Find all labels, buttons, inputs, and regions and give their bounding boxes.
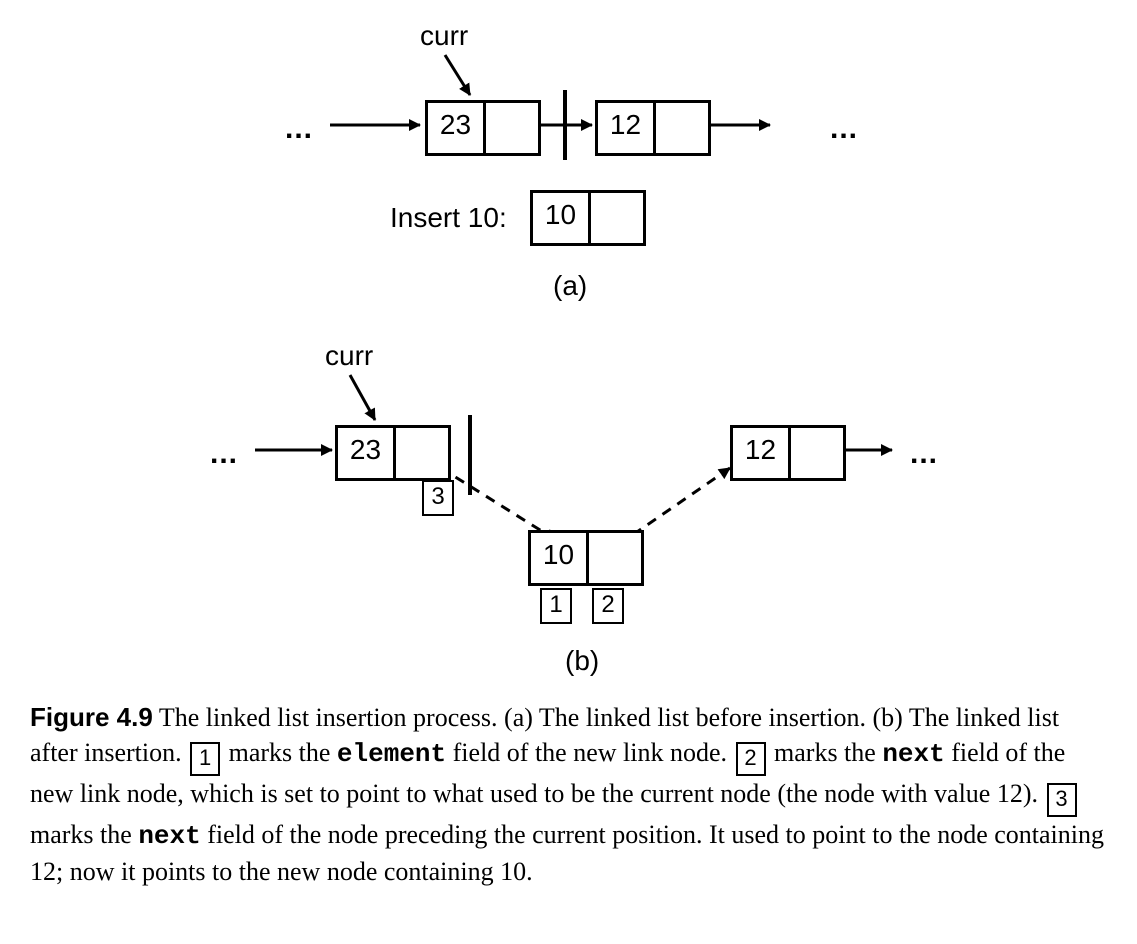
caption-step-1-field: element [337, 739, 446, 769]
node-23-b: 23 [335, 425, 451, 481]
diagram-a-svg [30, 20, 1107, 310]
node-12-b: 12 [730, 425, 846, 481]
insert-label: Insert 10: [390, 202, 507, 234]
caption-step-3a: marks the [30, 820, 132, 849]
curr-label-a: curr [420, 20, 468, 52]
step-marker-2: 2 [592, 588, 624, 624]
part-b-label: (b) [565, 645, 599, 677]
ellipsis-right-b: ... [910, 437, 938, 471]
caption-step-3-box: 3 [1047, 783, 1077, 817]
ellipsis-left-b: ... [210, 437, 238, 471]
ellipsis-left-a: ... [285, 112, 313, 146]
curr-label-b: curr [325, 340, 373, 372]
caption-step-2a: marks the [774, 738, 876, 767]
caption-step-1b: field of the new link node. [453, 738, 727, 767]
ellipsis-right-a: ... [830, 112, 858, 146]
figure-number: Figure 4.9 [30, 702, 153, 732]
node-23-a: 23 [425, 100, 541, 156]
part-a-label: (a) [553, 270, 587, 302]
caption-step-3-field: next [138, 821, 200, 851]
caption-step-2-box: 2 [736, 742, 766, 776]
step-marker-3: 3 [422, 480, 454, 516]
node-10-a: 10 [530, 190, 646, 246]
figure-summary: The linked list insertion process. [159, 703, 498, 732]
node-12-value-b: 12 [733, 428, 788, 472]
node-10-value-b: 10 [531, 533, 586, 577]
node-12-value: 12 [598, 103, 653, 147]
node-23-value: 23 [428, 103, 483, 147]
figure-part-a-text: (a) The linked list before insertion. [504, 703, 866, 732]
caption-step-2-field: next [882, 739, 944, 769]
caption-step-1a: marks the [229, 738, 331, 767]
caption-step-1-box: 1 [190, 742, 220, 776]
node-12-a: 12 [595, 100, 711, 156]
diagram-part-a: curr ... 23 12 ... Insert 10: 10 (a) [30, 20, 1107, 310]
figure-caption: Figure 4.9 The linked list insertion pro… [30, 700, 1107, 889]
node-10-b: 10 [528, 530, 644, 586]
diagram-part-b: curr ... 23 3 10 1 2 12 ... (b) [30, 320, 1107, 690]
node-10-value-a: 10 [533, 193, 588, 237]
diagram-b-svg [30, 320, 1107, 690]
node-23-value-b: 23 [338, 428, 393, 472]
step-marker-1: 1 [540, 588, 572, 624]
